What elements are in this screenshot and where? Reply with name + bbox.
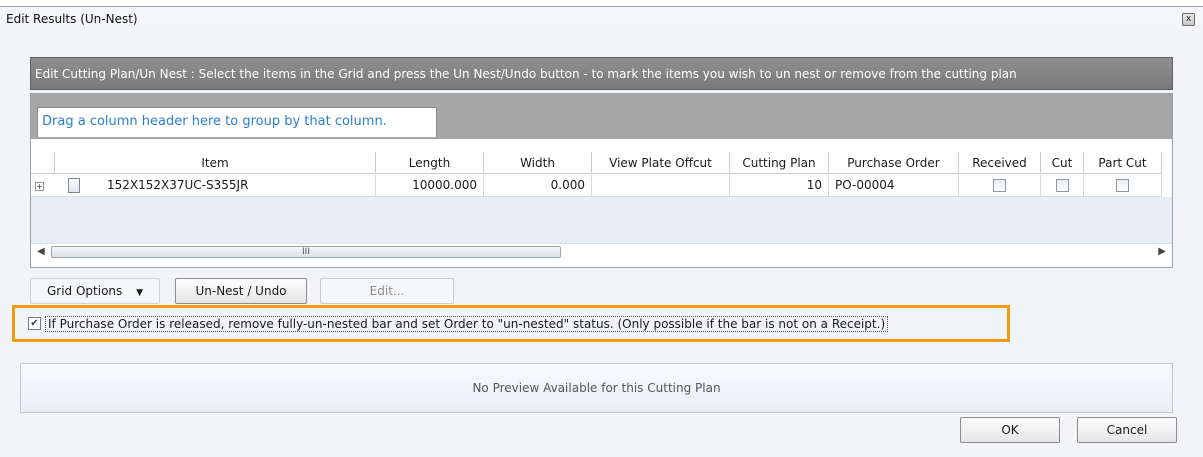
header-indicator-cell bbox=[31, 152, 55, 174]
scroll-right-icon[interactable]: ▶ bbox=[1158, 246, 1166, 257]
cut-checkbox[interactable] bbox=[1055, 179, 1069, 192]
column-header-purchase-order[interactable]: Purchase Order bbox=[829, 152, 959, 174]
release-option-checkbox[interactable]: ✔ bbox=[28, 317, 41, 330]
column-header-part-cut[interactable]: Part Cut bbox=[1084, 152, 1162, 174]
received-checkbox[interactable] bbox=[993, 179, 1006, 192]
column-header-item[interactable]: Item bbox=[55, 152, 376, 174]
column-header-view-plate-offcut[interactable]: View Plate Offcut bbox=[592, 152, 730, 174]
title-bar: Edit Results (Un-Nest) x bbox=[0, 7, 1203, 31]
document-icon bbox=[68, 178, 80, 193]
column-header-width[interactable]: Width bbox=[484, 152, 592, 174]
column-header-received[interactable]: Received bbox=[959, 152, 1041, 174]
close-icon[interactable]: x bbox=[1182, 13, 1195, 26]
plus-icon[interactable]: + bbox=[35, 182, 44, 191]
column-header-length[interactable]: Length bbox=[376, 152, 484, 174]
horizontal-scrollbar[interactable]: ◀ III ▶ bbox=[31, 243, 1172, 260]
column-header-cut[interactable]: Cut bbox=[1041, 152, 1084, 174]
preview-message: No Preview Available for this Cutting Pl… bbox=[472, 381, 721, 395]
preview-panel: No Preview Available for this Cutting Pl… bbox=[20, 363, 1173, 413]
cell-view-plate-offcut[interactable] bbox=[592, 175, 730, 197]
window-title: Edit Results (Un-Nest) bbox=[6, 12, 138, 26]
chevron-down-icon: ▼ bbox=[136, 288, 144, 298]
cancel-button[interactable]: Cancel bbox=[1077, 417, 1177, 443]
release-option-label[interactable]: If Purchase Order is released, remove fu… bbox=[45, 316, 889, 332]
results-grid: Drag a column header here to group by th… bbox=[30, 93, 1173, 268]
group-by-hint: Drag a column header here to group by th… bbox=[37, 107, 437, 137]
instructions-banner: Edit Cutting Plan/Un Nest : Select the i… bbox=[30, 57, 1173, 90]
column-header-cutting-plan[interactable]: Cutting Plan bbox=[730, 152, 829, 174]
cell-cutting-plan[interactable]: 10 bbox=[730, 175, 829, 197]
cell-purchase-order[interactable]: PO-00004 bbox=[829, 175, 959, 197]
ok-button[interactable]: OK bbox=[960, 417, 1060, 443]
table-row[interactable]: + 152X152X37UC-S355JR bbox=[31, 175, 376, 197]
group-by-panel[interactable]: Drag a column header here to group by th… bbox=[31, 94, 1172, 139]
grid-empty-area bbox=[31, 197, 1172, 243]
release-option-highlight: ✔ If Purchase Order is released, remove … bbox=[12, 305, 1010, 342]
part-cut-checkbox[interactable] bbox=[1116, 179, 1129, 192]
scrollbar-thumb[interactable]: III bbox=[51, 246, 561, 258]
cell-length[interactable]: 10000.000 bbox=[376, 175, 484, 197]
edit-results-window: Edit Results (Un-Nest) x Edit Cutting Pl… bbox=[0, 6, 1203, 457]
grid-options-button[interactable]: Grid Options ▼ bbox=[30, 278, 160, 304]
grid-options-label: Grid Options bbox=[46, 284, 123, 298]
edit-button[interactable]: Edit... bbox=[320, 278, 454, 304]
scroll-left-icon[interactable]: ◀ bbox=[37, 246, 45, 257]
cell-cut bbox=[1041, 175, 1084, 197]
cell-received bbox=[959, 175, 1041, 197]
cell-width[interactable]: 0.000 bbox=[484, 175, 592, 197]
un-nest-undo-button[interactable]: Un-Nest / Undo bbox=[175, 278, 307, 304]
cell-item: 152X152X37UC-S355JR bbox=[107, 178, 249, 192]
cell-part-cut bbox=[1084, 175, 1162, 197]
